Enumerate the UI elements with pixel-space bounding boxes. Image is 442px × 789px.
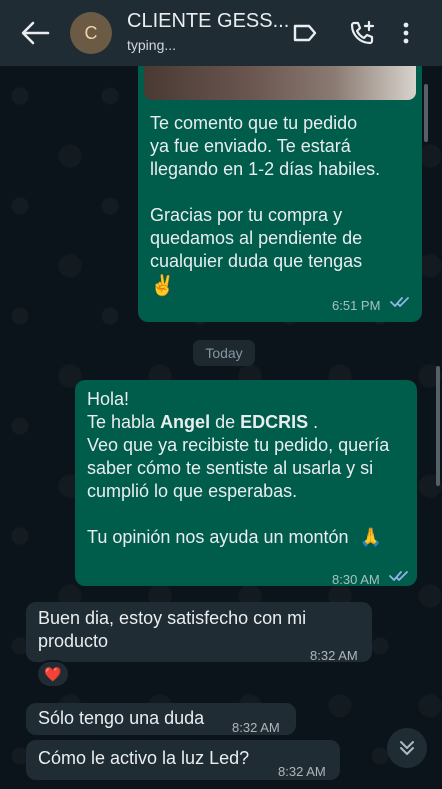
message-time: 8:32 AM (310, 648, 358, 663)
avatar[interactable]: C (70, 12, 112, 54)
incoming-message[interactable]: Buen dia, estoy satisfecho con mi produc… (26, 602, 372, 663)
double-tick-icon (389, 571, 408, 581)
scrollbar-top[interactable] (424, 84, 428, 142)
scrollbar-mid[interactable] (436, 366, 440, 486)
incoming-message[interactable]: Cómo le activo la luz Led? 8:32 AM (26, 740, 340, 780)
contact-name[interactable]: CLIENTE GESS... (127, 10, 289, 33)
add-call-icon[interactable] (349, 20, 375, 46)
photo-thumbnail[interactable] (144, 66, 416, 100)
incoming-message[interactable]: Sólo tengo una duda 8:32 AM (26, 703, 296, 735)
message-text: Buen dia, estoy satisfecho con mi produc… (38, 608, 307, 651)
agent-name: Angel (160, 412, 211, 432)
more-vert-icon[interactable] (401, 20, 411, 46)
chat-header: C CLIENTE GESS... typing... (0, 0, 442, 66)
scroll-to-bottom-button[interactable] (387, 728, 427, 768)
typing-status: typing... (127, 37, 177, 53)
brand-name: EDCRIS (240, 412, 309, 432)
chat-area[interactable]: Te comento que tu pedido ya fue enviado.… (0, 66, 442, 789)
label-icon[interactable] (292, 20, 318, 46)
message-time: 8:32 AM (278, 764, 326, 779)
message-text: Sólo tengo una duda (38, 708, 205, 728)
message-text: Te comento que tu pedido ya fue enviado.… (150, 113, 381, 297)
outgoing-message[interactable]: Hola! Te habla Angel de EDCRIS . Veo que… (75, 380, 417, 587)
message-text: Hola! Te habla Angel de EDCRIS . Veo que… (87, 389, 390, 547)
heart-reaction[interactable]: ❤️ (36, 660, 70, 688)
day-separator: Today (193, 340, 255, 366)
outgoing-message[interactable]: Te comento que tu pedido ya fue enviado.… (138, 66, 422, 322)
message-time: 8:32 AM (232, 720, 280, 735)
message-text: Cómo le activo la luz Led? (38, 748, 250, 768)
praying-hands-emoji: 🙏 (359, 527, 382, 547)
message-time: 6:51 PM (332, 298, 381, 313)
message-time: 8:30 AM (332, 572, 380, 587)
double-tick-icon (390, 297, 409, 307)
chevron-double-down-icon (400, 741, 414, 755)
back-arrow-icon[interactable] (20, 20, 50, 46)
